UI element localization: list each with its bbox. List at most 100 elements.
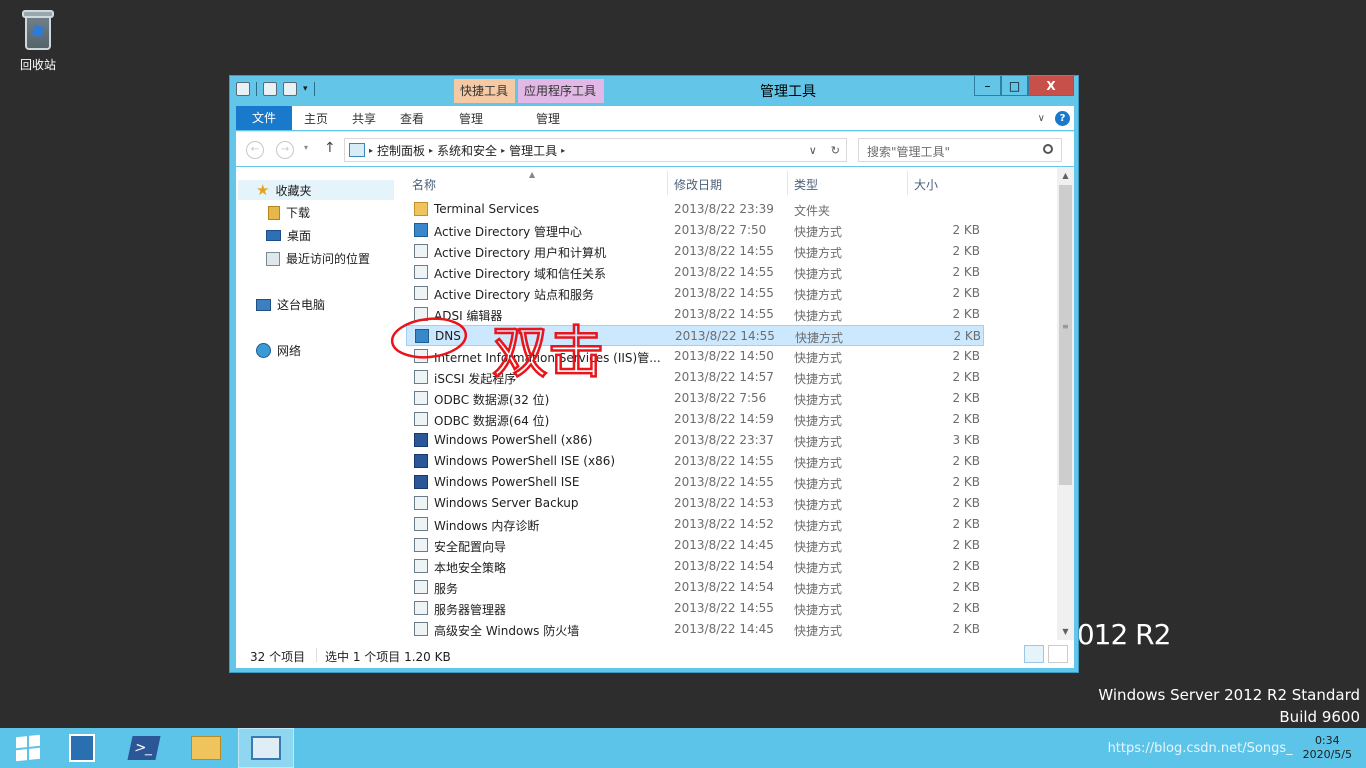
file-row[interactable]: 安全配置向导 2013/8/22 14:45 快捷方式 2 KB [406,535,984,556]
vertical-scrollbar[interactable]: ▲ ≡ ▼ [1057,167,1074,640]
nav-this-pc[interactable]: 这台电脑 [256,296,325,313]
file-type: 文件夹 [794,204,831,218]
file-size: 2 KB [952,538,980,552]
source-watermark: https://blog.csdn.net/Songs_ [1107,740,1293,756]
file-type: 快捷方式 [794,435,843,449]
file-size: 2 KB [953,329,981,343]
qat-dropdown-icon[interactable]: ▾ [303,84,308,94]
minimize-button[interactable]: – [974,76,1001,96]
file-size: 2 KB [952,244,980,258]
nav-recent[interactable]: 最近访问的位置 [266,250,370,267]
breadcrumb-admin-tools[interactable]: 管理工具 [509,142,557,159]
file-row[interactable]: 本地安全策略 2013/8/22 14:54 快捷方式 2 KB [406,556,984,577]
nav-desktop[interactable]: 桌面 [266,227,311,244]
file-size: 2 KB [952,391,980,405]
recent-locations-icon[interactable]: ▾ [304,143,308,152]
large-icons-view-icon[interactable] [1048,645,1068,663]
file-type: 快捷方式 [794,414,843,428]
file-row[interactable]: iSCSI 发起程序 2013/8/22 14:57 快捷方式 2 KB [406,367,984,388]
close-button[interactable]: X [1028,76,1074,96]
column-header-name[interactable]: ▲ 名称 [406,170,668,195]
taskbar-admin-tools[interactable] [238,728,294,768]
taskbar-file-explorer[interactable] [178,728,234,768]
file-row[interactable]: Active Directory 管理中心 2013/8/22 7:50 快捷方式 2… [406,220,984,241]
start-button[interactable] [0,728,56,768]
nav-favorites[interactable]: ★ 收藏夹 [238,180,394,200]
expand-ribbon-icon[interactable]: ∨ [1038,113,1045,124]
file-type: 快捷方式 [794,498,843,512]
file-row[interactable]: Active Directory 域和信任关系 2013/8/22 14:55 快捷… [406,262,984,283]
new-folder-icon[interactable] [283,82,297,96]
windows-logo-icon [16,734,40,762]
maximize-button[interactable]: □ [1001,76,1028,96]
file-type: 快捷方式 [794,477,843,491]
file-row[interactable]: Active Directory 站点和服务 2013/8/22 14:55 快捷方… [406,283,984,304]
title-bar[interactable]: ▾ 快捷工具 应用程序工具 管理工具 – □ X [230,76,1078,103]
file-name: 安全配置向导 [434,540,507,554]
file-row[interactable]: Windows 内存诊断 2013/8/22 14:52 快捷方式 2 KB [406,514,984,535]
os-build: Build 9600 [1279,708,1360,726]
file-name: Terminal Services [434,202,540,216]
address-dropdown-icon[interactable]: ∨ [809,144,817,157]
star-icon: ★ [256,181,270,199]
details-view-icon[interactable] [1024,645,1044,663]
file-type: 快捷方式 [794,288,843,302]
file-type: 快捷方式 [794,624,843,638]
file-row[interactable]: Terminal Services 2013/8/22 23:39 文件夹 [406,199,984,220]
back-button[interactable]: ← [246,141,264,159]
column-header-date[interactable]: 修改日期 [668,171,788,195]
file-name: ODBC 数据源(64 位) [434,414,550,428]
file-row[interactable]: ODBC 数据源(32 位) 2013/8/22 7:56 快捷方式 2 KB [406,388,984,409]
up-button[interactable]: ↑ [324,140,336,156]
recycle-bin[interactable]: 回收站 [12,8,64,73]
file-row[interactable]: ODBC 数据源(64 位) 2013/8/22 14:59 快捷方式 2 KB [406,409,984,430]
scroll-down-icon[interactable]: ▼ [1057,623,1074,640]
context-tab-app-tools[interactable]: 应用程序工具 [518,79,604,103]
tab-file[interactable]: 文件 [236,106,293,130]
file-row[interactable]: DNS 2013/8/22 14:55 快捷方式 2 KB [406,325,984,346]
file-row[interactable]: Windows PowerShell ISE (x86) 2013/8/22 14… [406,451,984,472]
file-row[interactable]: 服务 2013/8/22 14:54 快捷方式 2 KB [406,577,984,598]
file-row[interactable]: Windows PowerShell ISE 2013/8/22 14:55 快捷方… [406,472,984,493]
file-name: iSCSI 发起程序 [434,372,517,386]
context-tab-shortcut-tools[interactable]: 快捷工具 [454,79,515,103]
scroll-thumb[interactable] [1059,185,1072,485]
search-input[interactable]: 搜索"管理工具" [858,138,1062,162]
file-date: 2013/8/22 7:50 [674,223,767,237]
column-header-type[interactable]: 类型 [788,171,908,195]
window-controls: – □ X [974,76,1074,96]
tab-share[interactable]: 共享 [340,106,388,130]
tab-view[interactable]: 查看 [388,106,436,130]
file-row[interactable]: Active Directory 用户和计算机 2013/8/22 14:55 快捷… [406,241,984,262]
tab-manage-app[interactable]: 管理 [506,106,590,130]
column-header-size[interactable]: 大小 [908,171,988,195]
help-icon[interactable]: ? [1055,110,1070,126]
taskbar-powershell[interactable]: >_ [116,728,172,768]
refresh-icon[interactable]: ↻ [831,144,840,157]
file-row[interactable]: Internet Information Services (IIS)管... 2… [406,346,984,367]
shortcut-icon [414,244,428,258]
file-row[interactable]: Windows Server Backup 2013/8/22 14:53 快捷方式… [406,493,984,514]
tab-manage-shortcut[interactable]: 管理 [436,106,506,130]
file-row[interactable]: ADSI 编辑器 2013/8/22 14:55 快捷方式 2 KB [406,304,984,325]
nav-network[interactable]: 网络 [256,342,301,359]
quick-access-toolbar: ▾ [236,82,315,96]
taskbar-server-manager[interactable] [54,728,110,768]
shortcut-icon [414,601,428,615]
address-bar[interactable]: ▸ 控制面板 ▸ 系统和安全 ▸ 管理工具 ▸ ∨ ↻ [344,138,847,162]
file-row[interactable]: 服务器管理器 2013/8/22 14:55 快捷方式 2 KB [406,598,984,619]
breadcrumb-control-panel[interactable]: 控制面板 [377,142,425,159]
scroll-up-icon[interactable]: ▲ [1057,167,1074,184]
nav-downloads[interactable]: 下载 [268,204,310,221]
control-panel-icon[interactable] [236,82,250,96]
forward-button[interactable]: → [276,141,294,159]
tab-home[interactable]: 主页 [292,106,340,130]
clock[interactable]: 0:34 2020/5/5 [1303,734,1352,762]
breadcrumb-system-security[interactable]: 系统和安全 [437,142,497,159]
file-row[interactable]: 高级安全 Windows 防火墙 2013/8/22 14:45 快捷方式 2 KB [406,619,984,640]
file-size: 2 KB [952,475,980,489]
search-placeholder: 搜索"管理工具" [867,145,951,159]
file-type: 快捷方式 [794,372,843,386]
file-row[interactable]: Windows PowerShell (x86) 2013/8/22 23:37 快… [406,430,984,451]
properties-icon[interactable] [263,82,277,96]
